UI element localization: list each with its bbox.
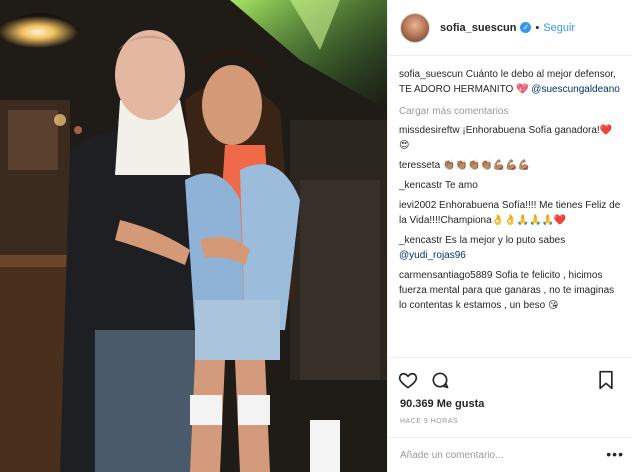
comment-text: Te amo <box>444 180 478 191</box>
comment-item: teresseta 👏🏽👏🏽👏🏽👏🏽💪🏽💪🏽💪🏽 <box>399 158 621 173</box>
comment-item: _kencastr Es la mejor y lo puto sabes @y… <box>399 233 621 263</box>
comment-item: carmensantiago5889 Sofia te felicito , h… <box>399 268 621 313</box>
username-link[interactable]: sofia_suescun <box>440 22 516 34</box>
comment-username[interactable]: teresseta <box>399 160 440 171</box>
post-actions <box>388 357 632 401</box>
comment-item: missdesireftw ¡Enhorabuena Sofía ganador… <box>399 123 621 153</box>
separator-dot: • <box>535 21 540 34</box>
comment-username[interactable]: missdesireftw <box>399 125 460 136</box>
comment-icon[interactable] <box>430 370 450 390</box>
post-photo[interactable] <box>0 0 387 472</box>
caption-mention[interactable]: @suescungaldeano <box>531 84 620 95</box>
post-header: sofia_suescun ✓ • Seguir <box>388 0 632 56</box>
comments-list[interactable]: sofia_suescun Cuánto le debo al mejor de… <box>388 57 632 357</box>
add-comment-bar <box>388 437 632 472</box>
follow-button[interactable]: Seguir <box>543 22 575 34</box>
post-caption: sofia_suescun Cuánto le debo al mejor de… <box>399 67 621 97</box>
likes-count[interactable]: 90.369 Me gusta <box>400 398 484 410</box>
avatar[interactable] <box>400 12 430 43</box>
post-timestamp[interactable]: HACE 9 HORAS <box>400 418 458 425</box>
comment-input[interactable] <box>400 449 600 461</box>
comment-item: ievi2002 Enhorabuena Sofía!!!! Me tienes… <box>399 198 621 228</box>
comment-username[interactable]: _kencastr <box>399 180 442 191</box>
comment-item: _kencastr Te amo <box>399 178 621 193</box>
more-options-button[interactable]: ••• <box>606 446 624 462</box>
photo-illustration <box>0 0 387 472</box>
caption-username[interactable]: sofia_suescun <box>399 69 463 80</box>
comment-username[interactable]: carmensantiago5889 <box>399 270 492 281</box>
comment-username[interactable]: _kencastr <box>399 235 442 246</box>
comment-text: 👏🏽👏🏽👏🏽👏🏽💪🏽💪🏽💪🏽 <box>442 160 531 171</box>
instagram-post: sofia_suescun ✓ • Seguir sofia_suescun C… <box>0 0 632 472</box>
verified-badge-icon: ✓ <box>520 22 532 33</box>
comment-text: Es la mejor y lo puto sabes <box>445 235 566 246</box>
bookmark-icon[interactable] <box>597 370 615 390</box>
post-sidebar: sofia_suescun ✓ • Seguir sofia_suescun C… <box>387 0 632 472</box>
load-more-comments-button[interactable]: Cargar más comentarios <box>399 106 621 117</box>
heart-icon[interactable] <box>398 370 418 390</box>
comment-username[interactable]: ievi2002 <box>399 200 436 211</box>
comment-mention[interactable]: @yudi_rojas96 <box>399 250 466 261</box>
